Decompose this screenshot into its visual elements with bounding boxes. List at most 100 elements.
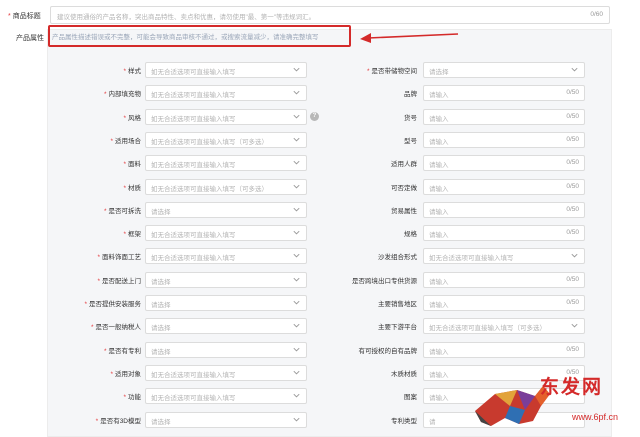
field-char-count: 0/50 [566,135,579,143]
chevron-down-icon[interactable] [570,251,579,260]
watermark-url: www.6pf.cn [572,412,619,422]
attribute-label-text: 型号 [404,137,417,145]
attribute-label-text: 规格 [404,231,417,239]
field-char-count: 0/50 [566,112,579,120]
field-placeholder: 请输入 [429,115,449,123]
required-mark: * [8,13,11,20]
watermark-text: 东发网 [540,376,604,398]
attribute-input[interactable]: 请输入 0/50 [423,178,585,195]
attribute-label-text: 可否定做 [391,184,417,192]
attribute-label: 专利类型 [389,415,417,425]
attribute-label-text: 专利类型 [391,417,417,425]
chevron-down-icon[interactable] [570,65,579,74]
product-title-placeholder: 建议使用通俗的产品名称，突出商品特性、卖点和优惠，请勿使用"最、第一"等违规词汇… [57,14,316,21]
attribute-label-text: 是否带储物空间 [371,68,418,75]
field-placeholder: 如无合适选项可直接输入填写（可多选） [429,325,546,333]
attribute-row: * 是否带储物空间 请选择 [0,62,640,78]
attribute-input[interactable]: 请输入 0/50 [423,85,585,102]
attribute-label: 图案 [402,391,417,401]
field-placeholder: 请输入 [429,185,449,193]
attribute-label-text: 沙发组合形式 [378,254,417,262]
attribute-label-text: 木质材质 [391,370,417,378]
product-title-label: * 商品标题 [8,11,41,21]
field-placeholder: 请输入 [429,302,449,309]
attribute-input[interactable]: 请输入 0/50 [423,201,585,218]
attribute-label: 是否跨境出口专供货源 [350,275,417,285]
attribute-label-text: 货号 [404,114,417,122]
attribute-select[interactable]: 如无合适选项可直接输入填写（可多选） [423,318,585,335]
attribute-row: 贸易属性 请输入 0/50 [0,201,640,218]
attribute-label-text: 图案 [404,394,417,402]
attribute-label: 主要销售地区 [376,298,417,308]
attribute-label: 木质材质 [389,368,417,378]
attribute-label: 适用人群 [389,158,417,168]
attribute-row: 沙发组合形式 如无合适选项可直接输入填写 [0,248,640,265]
attribute-row: 适用人群 请输入 0/50 [0,155,640,172]
field-char-count: 0/50 [566,345,579,353]
red-arrow-icon [360,33,459,43]
attribute-row: 有可授权的自有品牌 请输入 0/50 [0,341,640,358]
attribute-row: 是否跨境出口专供货源 请输入 0/50 [0,271,640,288]
attribute-label: 贸易属性 [389,205,417,215]
field-placeholder: 请输入 [429,278,449,286]
attribute-label-text: 主要销售地区 [378,301,417,308]
field-char-count: 0/50 [566,205,579,213]
chevron-down-icon[interactable] [570,321,579,330]
product-title-count: 0/60 [590,11,603,18]
attribute-label-text: 是否跨境出口专供货源 [352,277,417,285]
product-title-label-text: 商品标题 [12,13,41,20]
attribute-label: 主要下游平台 [376,321,417,331]
attribute-input[interactable]: 请输入 0/50 [423,108,585,125]
field-placeholder: 请输入 [429,348,449,356]
field-placeholder: 请输入 [429,92,449,100]
field-placeholder: 请选择 [429,69,449,76]
attribute-row: 主要下游平台 如无合适选项可直接输入填写（可多选） [0,318,640,335]
attribute-input[interactable]: 请输入 0/50 [423,131,585,148]
attribute-label-text: 贸易属性 [391,207,417,215]
attribute-label: 规格 [402,228,417,238]
field-placeholder: 请输入 [429,162,449,170]
product-attributes-label: 产品属性 [16,35,44,42]
field-placeholder: 请输入 [429,138,449,146]
attribute-row: 品牌 请输入 0/50 [0,85,640,102]
field-placeholder: 请输入 [429,208,449,216]
field-placeholder: 请输入 [429,371,449,379]
field-placeholder: 如无合适选项可直接输入填写 [429,255,514,263]
field-char-count: 0/50 [566,229,579,237]
field-char-count: 0/50 [566,182,579,190]
attribute-label: 货号 [402,112,417,122]
attribute-row: 可否定做 请输入 0/50 [0,178,640,195]
required-mark: * [366,68,370,75]
attribute-label: 品牌 [402,88,417,98]
attribute-label-text: 品牌 [404,91,417,99]
attribute-label-text: 主要下游平台 [378,324,417,332]
attribute-row: 货号 请输入 0/50 [0,108,640,125]
attribute-label: 可否定做 [389,182,417,192]
attribute-input[interactable]: 请输入 0/50 [423,225,585,242]
attribute-select[interactable]: 请选择 [423,62,585,78]
attribute-label: 型号 [402,135,417,145]
attribute-row: 主要销售地区 请输入 0/50 [0,295,640,311]
attribute-label: 沙发组合形式 [376,251,417,261]
attribute-label: * 是否带储物空间 [367,65,417,75]
attribute-input[interactable]: 请输入 0/50 [423,295,585,311]
field-char-count: 0/50 [566,159,579,167]
attribute-input[interactable]: 请输入 0/50 [423,155,585,172]
attributes-warning-text: 产品属性描述错误或不完整，可能会导致商品审核不通过，或搜索流量减少，请准确完整填… [52,34,319,41]
attribute-input[interactable]: 请输入 0/50 [423,341,585,358]
attribute-label-text: 适用人群 [391,161,417,169]
attribute-input[interactable]: 请输入 0/50 [423,271,585,288]
field-char-count: 0/50 [566,299,579,306]
field-placeholder: 请输入 [429,232,449,240]
field-char-count: 0/50 [566,89,579,97]
attribute-row: 规格 请输入 0/50 [0,225,640,242]
field-placeholder: 请 [429,418,436,426]
product-title-input[interactable]: 建议使用通俗的产品名称，突出商品特性、卖点和优惠，请勿使用"最、第一"等违规词汇… [50,6,610,24]
attribute-label-text: 有可授权的自有品牌 [358,347,418,355]
attribute-row: 型号 请输入 0/50 [0,131,640,148]
attribute-label: 有可授权的自有品牌 [357,345,418,355]
attribute-select[interactable]: 如无合适选项可直接输入填写 [423,248,585,265]
info-icon[interactable]: ? [310,112,319,121]
field-placeholder: 请输入 [429,395,449,403]
field-char-count: 0/50 [566,275,579,283]
